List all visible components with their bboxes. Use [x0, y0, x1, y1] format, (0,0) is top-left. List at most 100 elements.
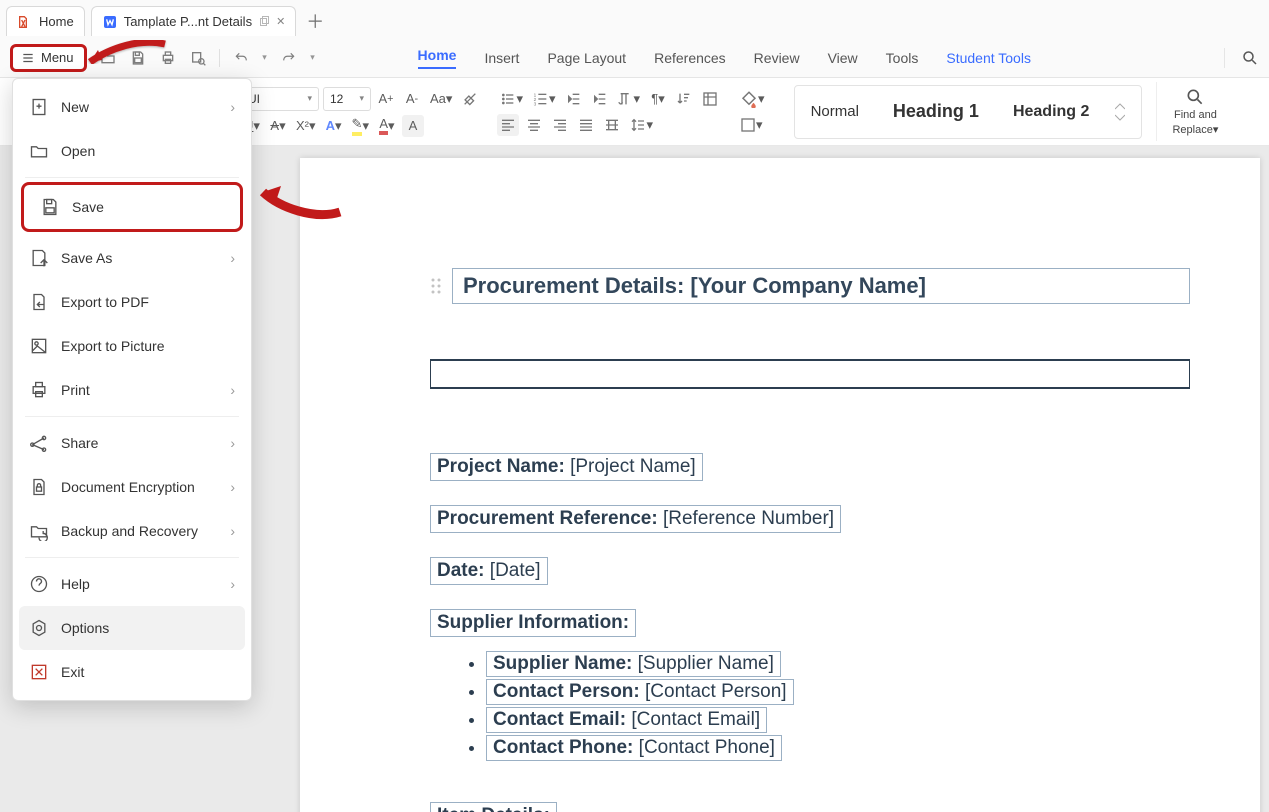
menu-new[interactable]: New › — [13, 85, 251, 129]
text-effects-icon[interactable]: A▾ — [323, 115, 345, 137]
numbering-icon[interactable]: 123▾ — [530, 88, 559, 110]
qat-redo-dropdown[interactable]: ▾ — [308, 47, 318, 69]
proc-ref-field[interactable]: Procurement Reference: [Reference Number… — [430, 505, 841, 533]
find-label-1: Find and — [1174, 109, 1217, 121]
char-shading-icon[interactable]: A — [402, 115, 424, 137]
supplier-info-section[interactable]: Supplier Information: — [430, 609, 636, 637]
ribbon-tab-review[interactable]: Review — [754, 50, 800, 66]
strikethrough-icon[interactable]: A▾ — [267, 115, 289, 137]
superscript-icon[interactable]: X²▾ — [293, 115, 319, 137]
window-tabs: Home Tamplate P...nt Details ✕ ＋ — [0, 0, 1269, 38]
menu-exit[interactable]: Exit — [13, 650, 251, 694]
find-and-replace[interactable]: Find and Replace▾ — [1165, 87, 1225, 136]
sort-icon[interactable] — [673, 88, 695, 110]
ribbon-tab-student-tools[interactable]: Student Tools — [946, 50, 1031, 66]
doc-title-value: [Your Company Name] — [690, 273, 926, 298]
ribbon-tab-references[interactable]: References — [654, 50, 726, 66]
chevron-down-icon: ▾ — [359, 93, 364, 104]
menu-share[interactable]: Share › — [13, 421, 251, 465]
menu-save[interactable]: Save — [21, 182, 243, 232]
tab-add[interactable]: ＋ — [302, 8, 328, 34]
ribbon-tab-insert[interactable]: Insert — [484, 50, 519, 66]
ribbon-tab-page-layout[interactable]: Page Layout — [547, 50, 626, 66]
line-spacing-icon[interactable]: ▾ — [627, 114, 656, 136]
qat-save-icon[interactable] — [127, 47, 149, 69]
align-justify-icon[interactable] — [575, 114, 597, 136]
menu-open-label: Open — [61, 143, 95, 159]
style-normal[interactable]: Normal — [803, 97, 867, 126]
decrease-indent-icon[interactable] — [563, 88, 585, 110]
ribbon-tab-view[interactable]: View — [828, 50, 858, 66]
shading-icon[interactable]: ▾ — [737, 88, 768, 110]
menu-help[interactable]: Help › — [13, 562, 251, 606]
project-name-field[interactable]: Project Name: [Project Name] — [430, 453, 703, 481]
date-field[interactable]: Date: [Date] — [430, 557, 548, 585]
menu-options-label: Options — [61, 620, 109, 636]
supplier-name-item[interactable]: Supplier Name: [Supplier Name] — [486, 651, 781, 677]
doc-empty-box[interactable] — [430, 359, 1190, 389]
font-name-select[interactable]: UI▾ — [241, 87, 319, 111]
tab-home[interactable]: Home — [6, 6, 85, 36]
chevron-right-icon: › — [230, 250, 235, 266]
grow-font-icon[interactable]: A+ — [375, 88, 397, 110]
font-color-icon[interactable]: A▾ — [376, 115, 398, 137]
menu-print[interactable]: Print › — [13, 368, 251, 412]
qat-print-preview-icon[interactable] — [187, 47, 209, 69]
menu-export-pdf[interactable]: Export to PDF — [13, 280, 251, 324]
menu-encryption[interactable]: Document Encryption › — [13, 465, 251, 509]
increase-indent-icon[interactable] — [589, 88, 611, 110]
item-details-section[interactable]: Item Details: — [430, 802, 557, 812]
menu-new-label: New — [61, 99, 89, 115]
menu-backup-label: Backup and Recovery — [61, 523, 198, 539]
qat-print-icon[interactable] — [157, 47, 179, 69]
contact-person-item[interactable]: Contact Person: [Contact Person] — [486, 679, 794, 705]
find-label-2: Replace▾ — [1172, 123, 1218, 136]
highlight-icon[interactable]: ✎▾ — [349, 115, 372, 137]
qat-undo-icon[interactable] — [230, 47, 252, 69]
menu-button[interactable]: Menu — [10, 44, 87, 72]
text-direction-icon[interactable]: ▾ — [615, 88, 644, 110]
menu-export-picture[interactable]: Export to Picture — [13, 324, 251, 368]
change-case-icon[interactable]: Aa▾ — [427, 88, 455, 110]
contact-phone-item[interactable]: Contact Phone: [Contact Phone] — [486, 735, 782, 761]
styles-gallery[interactable]: Normal Heading 1 Heading 2 — [794, 85, 1143, 139]
menu-backup[interactable]: Backup and Recovery › — [13, 509, 251, 553]
align-right-icon[interactable] — [549, 114, 571, 136]
tab-document[interactable]: Tamplate P...nt Details ✕ — [91, 6, 297, 36]
menu-print-label: Print — [61, 382, 90, 398]
pilcrow-icon[interactable]: ¶▾ — [647, 88, 669, 110]
bullets-icon[interactable]: ▾ — [497, 88, 526, 110]
show-marks-icon[interactable] — [699, 88, 721, 110]
distribute-icon[interactable] — [601, 114, 623, 136]
file-menu-panel: New › Open Save Save As › Export to PDF … — [12, 78, 252, 701]
clear-format-icon[interactable] — [459, 88, 481, 110]
menu-share-label: Share — [61, 435, 98, 451]
menu-options[interactable]: Options — [19, 606, 245, 650]
qat-redo-icon[interactable] — [278, 47, 300, 69]
styles-more[interactable] — [1115, 103, 1133, 121]
menu-save-label: Save — [72, 199, 104, 215]
ribbon-tab-tools[interactable]: Tools — [886, 50, 919, 66]
menu-open[interactable]: Open — [13, 129, 251, 173]
qat-open-icon[interactable] — [97, 47, 119, 69]
style-heading-2[interactable]: Heading 2 — [1005, 97, 1097, 127]
borders-icon[interactable]: ▾ — [737, 114, 766, 136]
drag-handle-icon[interactable] — [430, 277, 442, 295]
document-page[interactable]: Procurement Details: [Your Company Name]… — [300, 158, 1260, 812]
chevron-right-icon: › — [230, 435, 235, 451]
align-left-icon[interactable] — [497, 114, 519, 136]
tab-duplicate-icon[interactable] — [258, 16, 270, 28]
shrink-font-icon[interactable]: A- — [401, 88, 423, 110]
style-heading-1[interactable]: Heading 1 — [885, 95, 987, 128]
contact-email-item[interactable]: Contact Email: [Contact Email] — [486, 707, 767, 733]
align-center-icon[interactable] — [523, 114, 545, 136]
font-size-select[interactable]: 12▾ — [323, 87, 371, 111]
doc-title[interactable]: Procurement Details: [Your Company Name] — [452, 268, 1190, 304]
menu-save-as[interactable]: Save As › — [13, 236, 251, 280]
menu-separator — [25, 557, 239, 558]
ribbon-tabs: Home Insert Page Layout References Revie… — [418, 42, 1031, 73]
tab-close-icon[interactable]: ✕ — [276, 15, 285, 28]
qat-undo-dropdown[interactable]: ▾ — [260, 47, 270, 69]
ribbon-tab-home[interactable]: Home — [418, 47, 457, 69]
ribbon-search[interactable] — [1224, 48, 1259, 68]
